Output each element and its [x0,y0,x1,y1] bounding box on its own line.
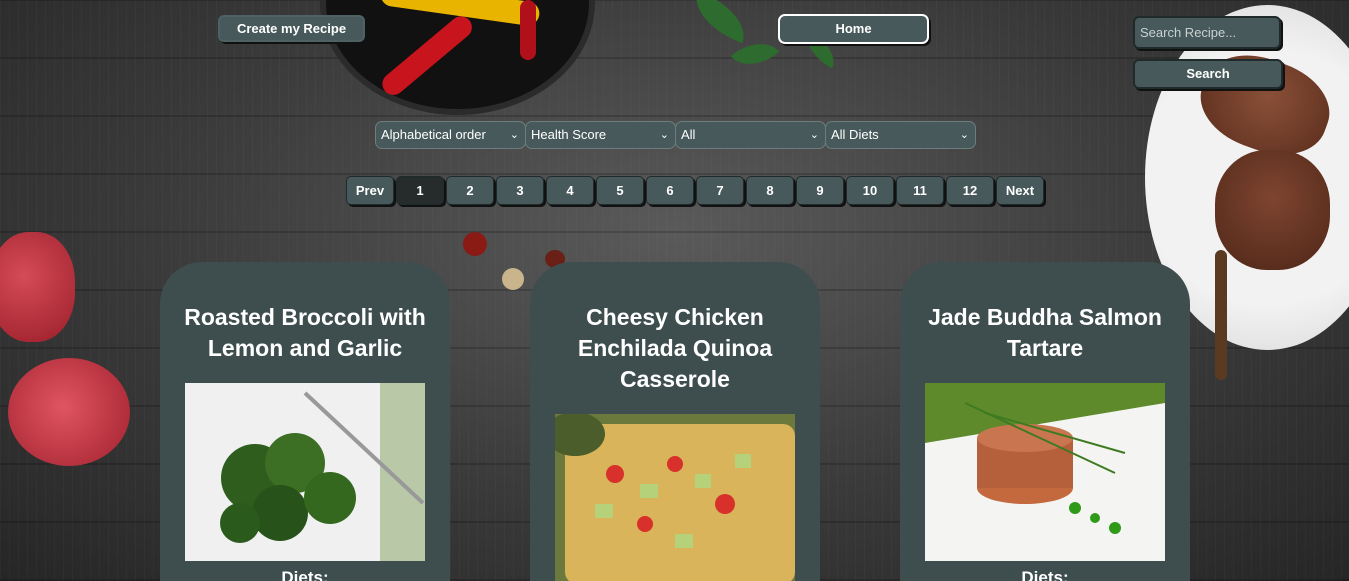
chevron-down-icon: ⌄ [659,129,669,141]
diet-filter-value: All Diets [831,127,879,142]
next-page-button[interactable]: Next [996,176,1044,205]
page-button[interactable]: 4 [546,176,594,205]
page-button[interactable]: 6 [646,176,694,205]
recipe-image [185,383,425,561]
berry-decoration [463,232,487,256]
diet-filter-select[interactable]: All Diets ⌄ [825,121,976,149]
page-button[interactable]: 5 [596,176,644,205]
raw-meat-decoration [0,232,75,342]
home-button[interactable]: Home [778,14,929,44]
seed-decoration [502,268,524,290]
page-button[interactable]: 11 [896,176,944,205]
page-button[interactable]: 10 [846,176,894,205]
page-button[interactable]: 12 [946,176,994,205]
search-input[interactable] [1133,16,1281,49]
sort-order-value: Alphabetical order [381,127,486,142]
chevron-down-icon: ⌄ [809,129,819,141]
type-filter-select[interactable]: All ⌄ [675,121,826,149]
search-button[interactable]: Search [1133,59,1283,89]
raw-meat-decoration [8,358,130,466]
recipe-card[interactable]: Jade Buddha Salmon Tartare Diets: [900,262,1190,581]
sort-order-select[interactable]: Alphabetical order ⌄ [375,121,526,149]
recipe-image [555,414,795,581]
page-button[interactable]: 2 [446,176,494,205]
leaf-decoration [685,0,755,44]
chevron-down-icon: ⌄ [959,129,969,141]
recipe-title: Cheesy Chicken Enchilada Quinoa Casserol… [577,304,773,392]
page-button[interactable]: 3 [496,176,544,205]
health-score-value: Health Score [531,127,607,142]
recipe-title: Roasted Broccoli with Lemon and Garlic [184,304,426,361]
health-score-select[interactable]: Health Score ⌄ [525,121,676,149]
diets-label: Diets: [1021,568,1069,581]
chevron-down-icon: ⌄ [509,129,519,141]
page-button[interactable]: 1 [396,176,444,205]
recipe-card[interactable]: Roasted Broccoli with Lemon and Garlic D… [160,262,450,581]
page-button[interactable]: 8 [746,176,794,205]
knife-decoration [1215,250,1227,380]
diets-label: Diets: [281,568,329,581]
recipe-card[interactable]: Cheesy Chicken Enchilada Quinoa Casserol… [530,262,820,581]
red-pepper-decoration [520,0,536,60]
page-button[interactable]: 7 [696,176,744,205]
type-filter-value: All [681,127,696,142]
create-recipe-button[interactable]: Create my Recipe [218,15,365,42]
recipe-image [925,383,1165,561]
recipe-title: Jade Buddha Salmon Tartare [928,304,1162,361]
page-button[interactable]: 9 [796,176,844,205]
prev-page-button[interactable]: Prev [346,176,394,205]
steak-decoration [1215,150,1330,270]
